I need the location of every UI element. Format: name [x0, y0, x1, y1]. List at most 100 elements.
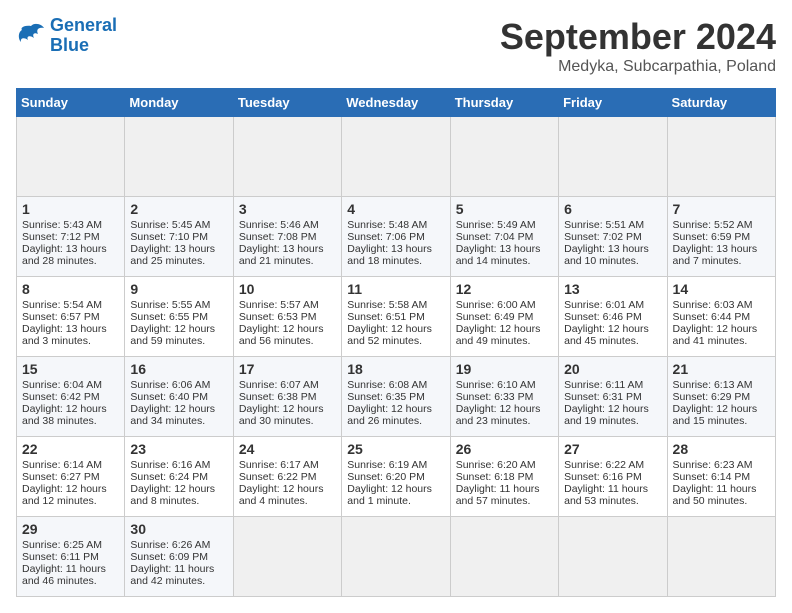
- day-info: Sunset: 6:51 PM: [347, 311, 444, 323]
- day-info: and 1 minute.: [347, 495, 444, 507]
- day-info: and 10 minutes.: [564, 255, 661, 267]
- day-info: Sunrise: 6:10 AM: [456, 379, 553, 391]
- calendar-cell: 4Sunrise: 5:48 AMSunset: 7:06 PMDaylight…: [342, 197, 450, 277]
- day-info: and 25 minutes.: [130, 255, 227, 267]
- day-info: Sunrise: 6:23 AM: [673, 459, 770, 471]
- day-info: Sunrise: 5:54 AM: [22, 299, 119, 311]
- day-info: Sunset: 7:10 PM: [130, 231, 227, 243]
- day-info: Sunset: 6:42 PM: [22, 391, 119, 403]
- calendar-header-row: SundayMondayTuesdayWednesdayThursdayFrid…: [17, 89, 776, 117]
- day-info: and 30 minutes.: [239, 415, 336, 427]
- day-number: 3: [239, 201, 336, 217]
- calendar-week-row: 22Sunrise: 6:14 AMSunset: 6:27 PMDayligh…: [17, 437, 776, 517]
- day-info: Sunrise: 6:22 AM: [564, 459, 661, 471]
- day-info: Sunrise: 6:11 AM: [564, 379, 661, 391]
- day-info: Sunrise: 6:06 AM: [130, 379, 227, 391]
- day-info: Sunrise: 6:20 AM: [456, 459, 553, 471]
- day-info: Sunrise: 6:01 AM: [564, 299, 661, 311]
- day-info: Sunset: 6:44 PM: [673, 311, 770, 323]
- day-info: and 34 minutes.: [130, 415, 227, 427]
- day-number: 22: [22, 441, 119, 457]
- calendar-cell: 7Sunrise: 5:52 AMSunset: 6:59 PMDaylight…: [667, 197, 775, 277]
- day-info: Daylight: 12 hours: [130, 483, 227, 495]
- calendar-cell: [125, 117, 233, 197]
- day-number: 11: [347, 281, 444, 297]
- day-info: and 38 minutes.: [22, 415, 119, 427]
- day-info: and 49 minutes.: [456, 335, 553, 347]
- calendar-cell: [559, 517, 667, 597]
- day-info: Sunset: 6:20 PM: [347, 471, 444, 483]
- day-info: Sunset: 6:59 PM: [673, 231, 770, 243]
- day-info: and 19 minutes.: [564, 415, 661, 427]
- day-info: and 23 minutes.: [456, 415, 553, 427]
- calendar-cell: [17, 117, 125, 197]
- day-info: Sunset: 6:49 PM: [456, 311, 553, 323]
- calendar-cell: 27Sunrise: 6:22 AMSunset: 6:16 PMDayligh…: [559, 437, 667, 517]
- day-info: Sunset: 6:16 PM: [564, 471, 661, 483]
- day-info: Sunrise: 6:07 AM: [239, 379, 336, 391]
- day-info: and 4 minutes.: [239, 495, 336, 507]
- day-info: Daylight: 13 hours: [564, 243, 661, 255]
- calendar-cell: 24Sunrise: 6:17 AMSunset: 6:22 PMDayligh…: [233, 437, 341, 517]
- day-number: 7: [673, 201, 770, 217]
- day-info: and 53 minutes.: [564, 495, 661, 507]
- calendar-cell: 16Sunrise: 6:06 AMSunset: 6:40 PMDayligh…: [125, 357, 233, 437]
- day-info: Daylight: 13 hours: [239, 243, 336, 255]
- calendar-cell: 26Sunrise: 6:20 AMSunset: 6:18 PMDayligh…: [450, 437, 558, 517]
- day-number: 20: [564, 361, 661, 377]
- day-info: Daylight: 11 hours: [456, 483, 553, 495]
- weekday-header-friday: Friday: [559, 89, 667, 117]
- calendar-cell: 22Sunrise: 6:14 AMSunset: 6:27 PMDayligh…: [17, 437, 125, 517]
- day-number: 29: [22, 521, 119, 537]
- day-info: Daylight: 12 hours: [347, 403, 444, 415]
- day-info: Sunset: 7:08 PM: [239, 231, 336, 243]
- page-header: GeneralBlue September 2024 Medyka, Subca…: [16, 16, 776, 76]
- calendar-cell: 3Sunrise: 5:46 AMSunset: 7:08 PMDaylight…: [233, 197, 341, 277]
- day-info: and 42 minutes.: [130, 575, 227, 587]
- day-number: 1: [22, 201, 119, 217]
- day-number: 18: [347, 361, 444, 377]
- day-info: Daylight: 13 hours: [130, 243, 227, 255]
- day-info: Sunset: 6:35 PM: [347, 391, 444, 403]
- day-info: Daylight: 12 hours: [564, 403, 661, 415]
- day-info: Sunset: 6:24 PM: [130, 471, 227, 483]
- day-info: and 50 minutes.: [673, 495, 770, 507]
- calendar-cell: 9Sunrise: 5:55 AMSunset: 6:55 PMDaylight…: [125, 277, 233, 357]
- day-number: 13: [564, 281, 661, 297]
- day-number: 28: [673, 441, 770, 457]
- calendar-cell: [450, 517, 558, 597]
- day-number: 30: [130, 521, 227, 537]
- calendar-cell: 6Sunrise: 5:51 AMSunset: 7:02 PMDaylight…: [559, 197, 667, 277]
- day-number: 17: [239, 361, 336, 377]
- day-info: Daylight: 12 hours: [22, 483, 119, 495]
- day-info: Sunset: 6:09 PM: [130, 551, 227, 563]
- day-info: Sunset: 6:40 PM: [130, 391, 227, 403]
- day-number: 4: [347, 201, 444, 217]
- day-info: and 46 minutes.: [22, 575, 119, 587]
- day-info: Sunset: 6:31 PM: [564, 391, 661, 403]
- day-info: Sunset: 6:57 PM: [22, 311, 119, 323]
- calendar-cell: 21Sunrise: 6:13 AMSunset: 6:29 PMDayligh…: [667, 357, 775, 437]
- day-number: 6: [564, 201, 661, 217]
- day-number: 14: [673, 281, 770, 297]
- calendar-cell: 18Sunrise: 6:08 AMSunset: 6:35 PMDayligh…: [342, 357, 450, 437]
- day-info: Sunrise: 5:45 AM: [130, 219, 227, 231]
- day-info: Sunset: 6:11 PM: [22, 551, 119, 563]
- calendar-cell: 11Sunrise: 5:58 AMSunset: 6:51 PMDayligh…: [342, 277, 450, 357]
- calendar-cell: [342, 517, 450, 597]
- day-info: Sunrise: 6:13 AM: [673, 379, 770, 391]
- calendar-cell: 28Sunrise: 6:23 AMSunset: 6:14 PMDayligh…: [667, 437, 775, 517]
- day-info: Daylight: 11 hours: [130, 563, 227, 575]
- day-info: Daylight: 13 hours: [22, 243, 119, 255]
- calendar-cell: 12Sunrise: 6:00 AMSunset: 6:49 PMDayligh…: [450, 277, 558, 357]
- calendar-week-row: [17, 117, 776, 197]
- day-info: and 28 minutes.: [22, 255, 119, 267]
- calendar-cell: [559, 117, 667, 197]
- calendar-cell: 1Sunrise: 5:43 AMSunset: 7:12 PMDaylight…: [17, 197, 125, 277]
- title-area: September 2024 Medyka, Subcarpathia, Pol…: [500, 16, 776, 76]
- day-info: Daylight: 12 hours: [347, 323, 444, 335]
- day-number: 5: [456, 201, 553, 217]
- day-info: Sunset: 7:04 PM: [456, 231, 553, 243]
- calendar-cell: 25Sunrise: 6:19 AMSunset: 6:20 PMDayligh…: [342, 437, 450, 517]
- day-info: Daylight: 12 hours: [22, 403, 119, 415]
